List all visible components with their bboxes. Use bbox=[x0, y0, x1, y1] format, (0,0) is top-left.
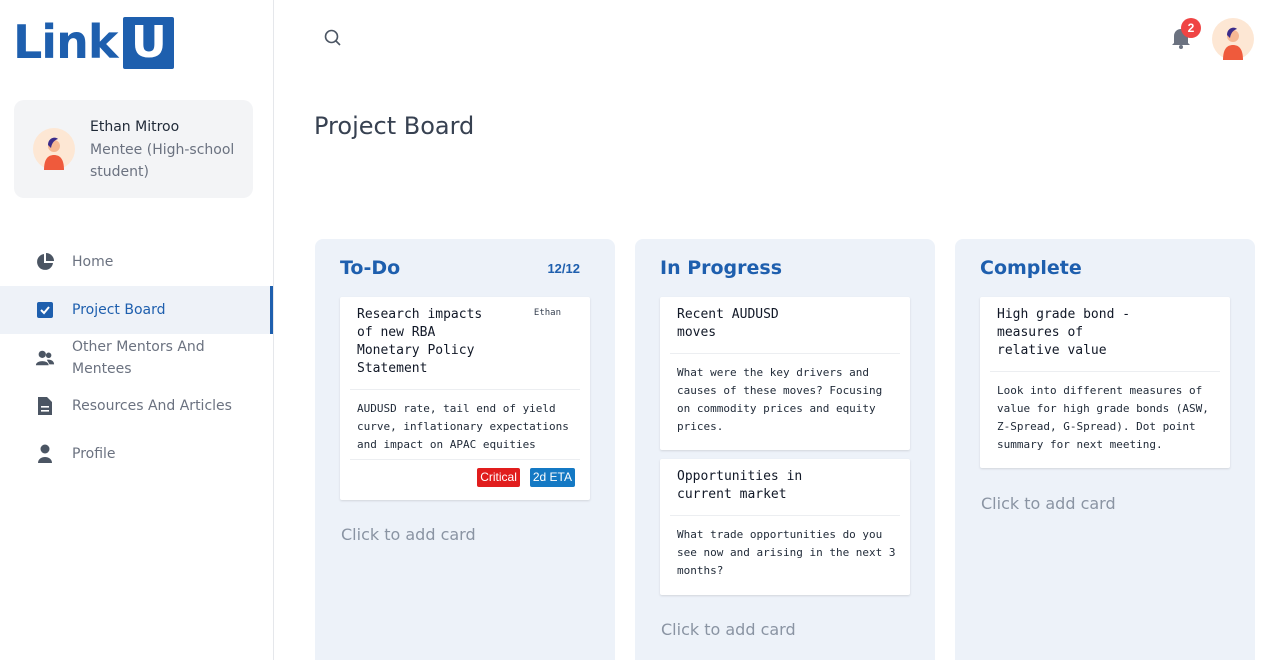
user-name: Ethan Mitroo bbox=[90, 119, 180, 135]
card-divider bbox=[350, 389, 580, 390]
card-description: Look into different measures of value fo… bbox=[997, 384, 1209, 451]
sidebar-item-label: Home bbox=[72, 254, 114, 270]
user-card: Ethan Mitroo Mentee (High-school student… bbox=[14, 100, 253, 198]
sidebar-nav: Home Project Board Other Mentors And Men… bbox=[0, 238, 273, 478]
card-title: Opportunities in current market bbox=[677, 469, 803, 502]
task-card[interactable]: Research impacts of new RBA Monetary Pol… bbox=[340, 297, 590, 500]
card-title: Research impacts of new RBA Monetary Pol… bbox=[357, 307, 483, 376]
logo-text: Link bbox=[13, 15, 118, 69]
add-card-button[interactable]: Click to add card bbox=[341, 525, 476, 544]
sidebar-item-label: Profile bbox=[72, 446, 116, 462]
card-divider bbox=[670, 353, 900, 354]
card-divider bbox=[350, 459, 580, 460]
sidebar-item-label: Other Mentors And Mentees bbox=[72, 339, 205, 377]
column-count: 12/12 bbox=[547, 261, 580, 276]
sidebar: Link U Ethan Mitroo Mentee (High-school … bbox=[0, 0, 274, 660]
card-divider bbox=[670, 515, 900, 516]
sidebar-item-project-board[interactable]: Project Board bbox=[0, 286, 273, 334]
user-role: Mentee (High-school student) bbox=[90, 142, 235, 180]
column-in-progress: In Progress Recent AUDUSD moves What wer… bbox=[635, 239, 935, 660]
sidebar-item-resources[interactable]: Resources And Articles bbox=[0, 382, 273, 430]
card-title: Recent AUDUSD moves bbox=[677, 307, 779, 340]
avatar[interactable] bbox=[1212, 18, 1254, 65]
task-card[interactable]: Opportunities in current market What tra… bbox=[660, 459, 910, 595]
logo[interactable]: Link U bbox=[13, 15, 175, 69]
page-title: Project Board bbox=[314, 112, 475, 140]
column-title: In Progress bbox=[660, 257, 783, 279]
add-card-button[interactable]: Click to add card bbox=[981, 494, 1116, 513]
sidebar-item-mentors[interactable]: Other Mentors And Mentees bbox=[0, 334, 273, 382]
card-title: High grade bond - measures of relative v… bbox=[997, 307, 1131, 358]
pie-chart-icon bbox=[35, 252, 55, 272]
add-card-button[interactable]: Click to add card bbox=[661, 620, 796, 639]
notification-badge: 2 bbox=[1181, 18, 1201, 38]
users-icon bbox=[35, 348, 55, 368]
tag-eta: 2d ETA bbox=[529, 468, 575, 487]
column-title: Complete bbox=[980, 257, 1082, 279]
person-icon bbox=[35, 444, 55, 464]
card-divider bbox=[990, 371, 1220, 372]
card-description: What trade opportunities do you see now … bbox=[677, 528, 896, 577]
card-assignee: Ethan bbox=[533, 308, 561, 318]
card-description: What were the key drivers and causes of … bbox=[677, 366, 883, 433]
logo-box: U bbox=[123, 16, 175, 69]
task-card[interactable]: High grade bond - measures of relative v… bbox=[980, 297, 1230, 468]
tag-critical: Critical bbox=[477, 468, 520, 487]
column-complete: Complete High grade bond - measures of r… bbox=[955, 239, 1255, 660]
column-todo: To-Do 12/12 Research impacts of new RBA … bbox=[315, 239, 615, 660]
sidebar-item-home[interactable]: Home bbox=[0, 238, 273, 286]
search-icon[interactable] bbox=[323, 28, 343, 48]
sidebar-item-profile[interactable]: Profile bbox=[0, 430, 273, 478]
checkbox-icon bbox=[35, 300, 55, 320]
sidebar-item-label: Project Board bbox=[72, 302, 166, 318]
avatar bbox=[33, 128, 75, 175]
sidebar-item-label: Resources And Articles bbox=[72, 398, 232, 414]
document-icon bbox=[35, 396, 55, 416]
card-tags: Critical 2d ETA bbox=[477, 468, 575, 487]
card-description: AUDUSD rate, tail end of yield curve, in… bbox=[357, 402, 569, 451]
column-title: To-Do bbox=[340, 257, 401, 279]
task-card[interactable]: Recent AUDUSD moves What were the key dr… bbox=[660, 297, 910, 450]
